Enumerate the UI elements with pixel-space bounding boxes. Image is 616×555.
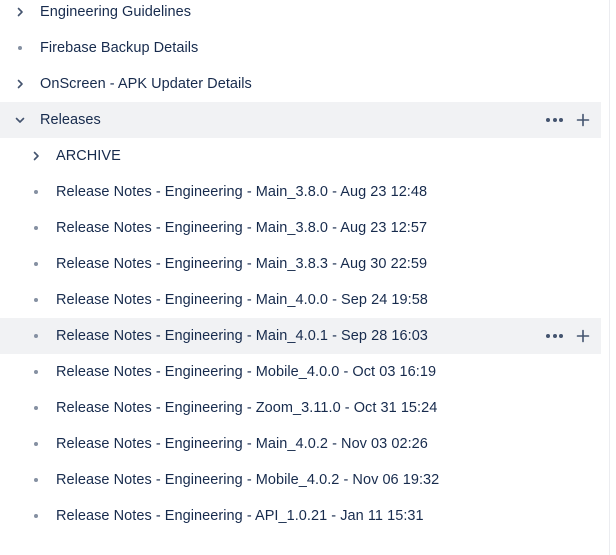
bullet-icon: [28, 174, 44, 210]
tree-item-label: Release Notes - Engineering - Main_4.0.1…: [56, 328, 428, 344]
tree-item-label: Release Notes - Engineering - Main_3.8.0…: [56, 184, 428, 200]
tree-item-release-notes[interactable]: Release Notes - Engineering - Main_3.8.0…: [0, 210, 608, 246]
chevron-right-icon[interactable]: [12, 0, 28, 30]
more-horizontal-icon[interactable]: [544, 114, 565, 126]
tree-item-firebase-backup-details[interactable]: Firebase Backup Details: [0, 30, 608, 66]
bullet-icon: [28, 498, 44, 534]
bullet-icon: [28, 462, 44, 498]
tree-item-release-notes[interactable]: Release Notes - Engineering - Main_3.8.0…: [0, 174, 608, 210]
tree-item-label: Release Notes - Engineering - Main_4.0.2…: [56, 436, 428, 452]
tree-item-onscreen-apk-updater-details[interactable]: OnScreen - APK Updater Details: [0, 66, 608, 102]
bullet-icon: [28, 426, 44, 462]
scrollbar[interactable]: [610, 0, 616, 555]
tree-item-release-notes[interactable]: Release Notes - Engineering - Main_4.0.0…: [0, 282, 608, 318]
tree-item-label: Engineering Guidelines: [40, 4, 192, 20]
bullet-icon: [12, 30, 28, 66]
tree-item-release-notes[interactable]: Release Notes - Engineering - API_1.0.21…: [0, 498, 608, 534]
tree-item-label: Firebase Backup Details: [40, 40, 199, 56]
tree-item-label: Release Notes - Engineering - Mobile_4.0…: [56, 472, 440, 488]
tree-item-release-notes[interactable]: Release Notes - Engineering - Mobile_4.0…: [0, 462, 608, 498]
tree-item-label: OnScreen - APK Updater Details: [40, 76, 252, 92]
tree-item-release-notes[interactable]: Release Notes - Engineering - Main_3.8.3…: [0, 246, 608, 282]
plus-icon[interactable]: [573, 110, 593, 130]
chevron-down-icon[interactable]: [12, 102, 28, 138]
chevron-right-icon[interactable]: [28, 138, 44, 174]
tree-item-release-notes-hovered[interactable]: Release Notes - Engineering - Main_4.0.1…: [0, 318, 601, 354]
tree-item-label: Release Notes - Engineering - API_1.0.21…: [56, 508, 424, 524]
row-actions: [544, 318, 593, 354]
tree-item-label: ARCHIVE: [56, 148, 121, 164]
row-actions: [544, 102, 593, 138]
tree-item-archive[interactable]: ARCHIVE: [0, 138, 608, 174]
tree-item-label: Release Notes - Engineering - Zoom_3.11.…: [56, 400, 438, 416]
tree-item-releases[interactable]: Releases: [0, 102, 601, 138]
tree-item-release-notes[interactable]: Release Notes - Engineering - Zoom_3.11.…: [0, 390, 608, 426]
bullet-icon: [28, 210, 44, 246]
tree-item-engineering-guidelines[interactable]: Engineering Guidelines: [0, 0, 608, 30]
bullet-icon: [28, 390, 44, 426]
bullet-icon: [28, 318, 44, 354]
tree-item-release-notes[interactable]: Release Notes - Engineering - Mobile_4.0…: [0, 354, 608, 390]
tree-item-label: Release Notes - Engineering - Main_3.8.3…: [56, 256, 428, 272]
page-tree: Engineering Guidelines Firebase Backup D…: [0, 0, 608, 534]
tree-item-release-notes[interactable]: Release Notes - Engineering - Main_4.0.2…: [0, 426, 608, 462]
tree-item-label: Releases: [40, 112, 101, 128]
tree-item-label: Release Notes - Engineering - Main_3.8.0…: [56, 220, 428, 236]
bullet-icon: [28, 246, 44, 282]
plus-icon[interactable]: [573, 326, 593, 346]
tree-item-label: Release Notes - Engineering - Main_4.0.0…: [56, 292, 428, 308]
more-horizontal-icon[interactable]: [544, 330, 565, 342]
tree-item-label: Release Notes - Engineering - Mobile_4.0…: [56, 364, 437, 380]
chevron-right-icon[interactable]: [12, 66, 28, 102]
bullet-icon: [28, 282, 44, 318]
bullet-icon: [28, 354, 44, 390]
